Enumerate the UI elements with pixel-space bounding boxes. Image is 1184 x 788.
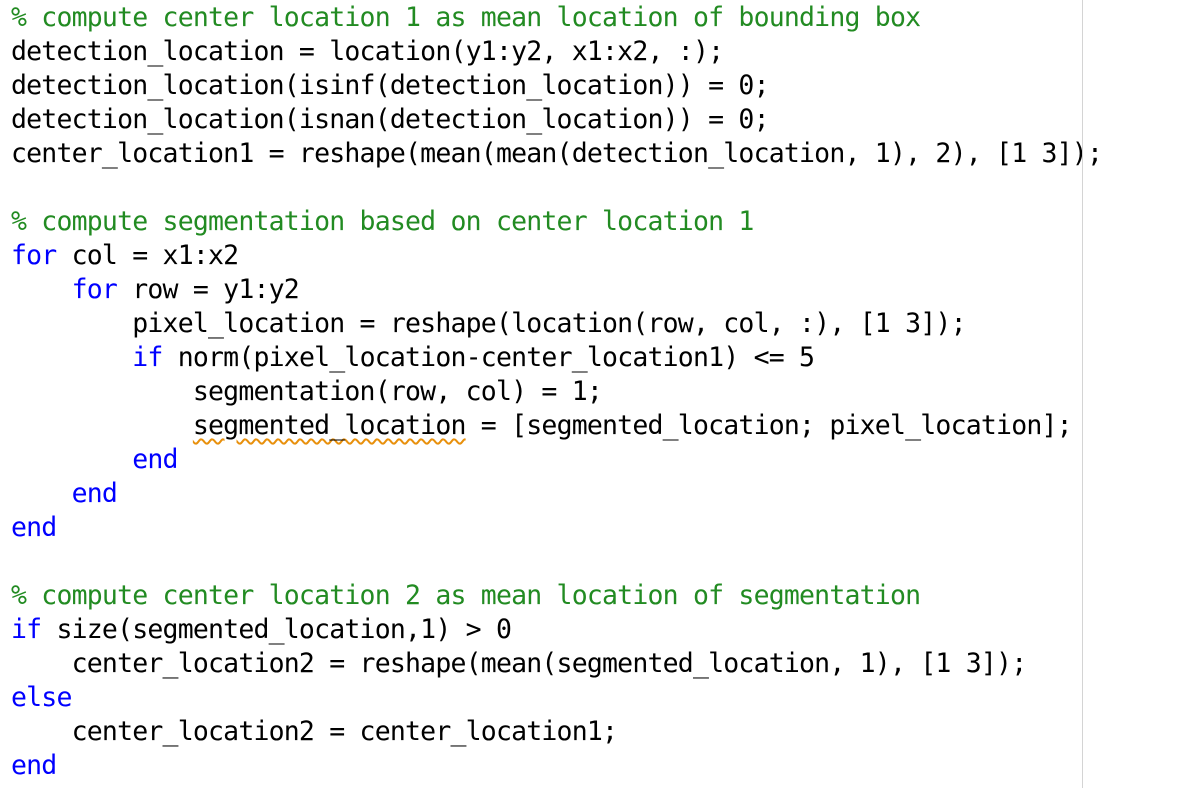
code-line[interactable]: end (11, 443, 1102, 477)
keyword-token: end (132, 444, 178, 475)
code-token: detection_location(isinf(detection_locat… (11, 70, 770, 101)
code-token: row = y1:y2 (117, 274, 300, 305)
code-token: norm(pixel_location-center_location1) <=… (162, 342, 815, 373)
code-line[interactable] (11, 171, 1102, 205)
code-line[interactable]: if norm(pixel_location-center_location1)… (11, 341, 1102, 375)
comment-token: % compute center location 2 as mean loca… (11, 580, 921, 611)
code-line[interactable]: % compute center location 1 as mean loca… (11, 1, 1102, 35)
warning-underlined-token: segmented_location (192, 410, 467, 441)
code-line[interactable]: % compute center location 2 as mean loca… (11, 579, 1102, 613)
keyword-token: end (71, 478, 118, 509)
code-token: segmentation(row, col) = 1; (11, 376, 603, 407)
code-line[interactable]: detection_location(isinf(detection_locat… (11, 69, 1102, 103)
code-text-area[interactable]: % compute center location 1 as mean loca… (11, 1, 1103, 783)
code-line[interactable]: segmented_location = [segmented_location… (11, 409, 1102, 443)
keyword-token: for (11, 240, 57, 271)
code-line[interactable]: % compute segmentation based on center l… (11, 205, 1102, 239)
code-line[interactable]: end (11, 749, 1102, 783)
keyword-token: end (11, 750, 57, 781)
code-line[interactable]: end (11, 511, 1102, 545)
code-token: col = x1:x2 (56, 240, 240, 271)
keyword-token: if (11, 614, 42, 645)
code-line[interactable]: detection_location = location(y1:y2, x1:… (11, 35, 1102, 69)
code-line[interactable]: center_location1 = reshape(mean(mean(det… (11, 137, 1103, 171)
comment-token: % compute center location 1 as mean loca… (11, 2, 921, 33)
code-token: center_location2 = center_location1; (11, 716, 618, 747)
code-token: = [segmented_location; pixel_location]; (465, 410, 1073, 441)
keyword-token: else (11, 682, 72, 713)
code-line[interactable]: detection_location(isnan(detection_locat… (11, 103, 1102, 137)
code-line[interactable]: end (11, 477, 1102, 511)
code-line[interactable] (11, 545, 1102, 579)
code-token: detection_location(isnan(detection_locat… (11, 104, 770, 135)
comment-token: % compute segmentation based on center l… (11, 206, 754, 237)
keyword-token: end (11, 512, 57, 543)
code-token: detection_location = location(y1:y2, x1:… (11, 36, 724, 67)
right-margin-line (1082, 0, 1083, 788)
code-line[interactable]: pixel_location = reshape(location(row, c… (11, 307, 1102, 341)
code-token: center_location2 = reshape(mean(segmente… (11, 648, 1028, 679)
code-token: pixel_location = reshape(location(row, c… (11, 308, 966, 339)
code-line[interactable]: segmentation(row, col) = 1; (11, 375, 1102, 409)
code-line[interactable]: else (11, 681, 1102, 715)
code-token: center_location1 = reshape(mean(mean(det… (11, 138, 1103, 169)
code-line[interactable]: for col = x1:x2 (11, 239, 1102, 273)
code-line[interactable]: center_location2 = reshape(mean(segmente… (11, 647, 1102, 681)
code-line[interactable]: for row = y1:y2 (11, 273, 1102, 307)
keyword-token: if (132, 342, 163, 373)
code-line[interactable]: center_location2 = center_location1; (11, 715, 1102, 749)
keyword-token: for (71, 274, 118, 305)
code-token: size(segmented_location,1) > 0 (41, 614, 512, 645)
code-editor[interactable]: % compute center location 1 as mean loca… (0, 0, 1184, 788)
code-line[interactable]: if size(segmented_location,1) > 0 (11, 613, 1102, 647)
